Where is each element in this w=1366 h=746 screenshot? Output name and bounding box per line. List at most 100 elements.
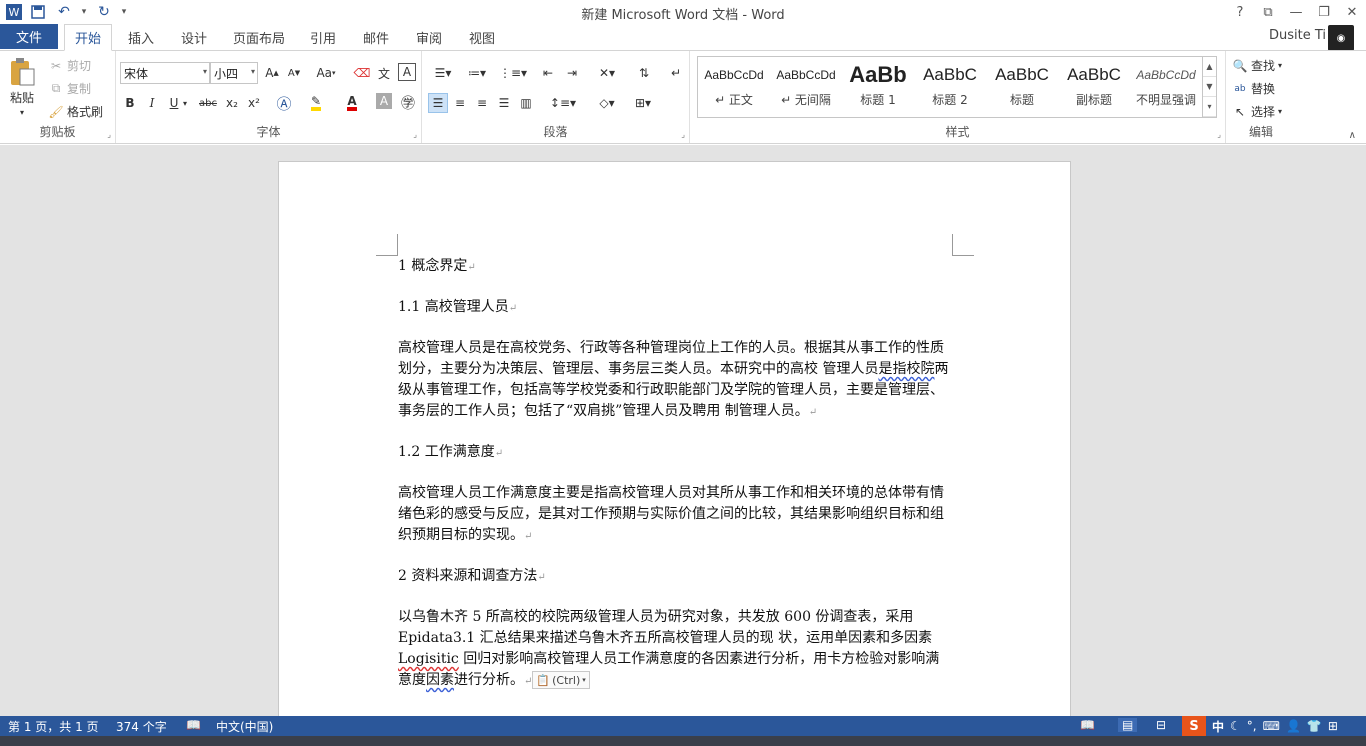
style-heading-1[interactable]: AaBb 标题 1 [842,59,914,115]
heading-1-text: 1 概念界定 [398,258,468,274]
language[interactable]: 中文(中国) [216,718,273,735]
avatar[interactable]: ◉ [1328,25,1354,51]
punctuation-icon[interactable]: °, [1247,719,1257,733]
style-heading-2[interactable]: AaBbC 标题 2 [914,59,986,115]
text-effects-icon[interactable]: Ⓐ [274,93,294,113]
keyboard-icon[interactable]: ⌨ [1263,719,1280,733]
tab-references[interactable]: 引用 [302,24,344,50]
style-name: 标题 1 [860,93,896,107]
align-right-icon[interactable]: ≡ [472,93,492,113]
style-sample: AaBbCcDd [1136,68,1196,82]
style-no-spacing[interactable]: AaBbCcDd ↵ 无间隔 [770,59,842,115]
styles-launcher-icon[interactable]: ⌟ [1217,130,1221,139]
enclosed-char-icon[interactable]: ㊫ [398,93,418,113]
justify-icon[interactable]: ☰ [494,93,514,113]
replace-button[interactable]: ab 替换 [1232,80,1275,97]
chinese-layout-icon[interactable]: ✕▾ [592,63,622,83]
heading-1-1-text: 1.1 高校管理人员 [398,299,509,315]
align-left-icon[interactable]: ☰ [428,93,448,113]
clipboard-launcher-icon[interactable]: ⌟ [107,130,111,139]
paste-options-label: (Ctrl) [552,673,581,687]
find-button[interactable]: 🔍 查找 ▾ [1232,57,1283,74]
format-painter-button[interactable]: 🖌 格式刷 [48,103,103,120]
user-icon[interactable]: 👤 [1286,719,1301,733]
ime-mode[interactable]: 中 [1212,718,1224,735]
subscript-button[interactable]: x₂ [222,93,242,113]
superscript-button[interactable]: x² [244,93,264,113]
spelling-flag[interactable]: Logisitic [398,651,459,667]
font-name-combo[interactable]: 宋体 ▾ [120,62,210,84]
highlight-icon[interactable]: ✎ [306,93,326,113]
char-border-button[interactable]: A [398,63,416,81]
bullets-icon[interactable]: ☰▾ [428,63,458,83]
print-layout-icon[interactable]: ▤ [1118,718,1138,732]
grow-font-button[interactable]: A ▲ [262,63,282,83]
italic-button[interactable]: I [142,93,162,113]
paste-options-button[interactable]: 📋 (Ctrl) ▾ [532,671,590,689]
clear-format-icon[interactable]: ⌫ [352,63,372,83]
minimize-icon[interactable]: — [1282,0,1310,24]
paste-button[interactable]: 粘贴 ▾ [8,57,36,117]
web-layout-icon[interactable]: ⊟ [1156,718,1166,732]
show-marks-icon[interactable]: ↵ [666,63,686,83]
decrease-indent-icon[interactable]: ⇤ [538,63,558,83]
user-name[interactable]: Dusite Ti [1269,28,1326,43]
word-count[interactable]: 374 个字 [116,718,167,735]
copy-button[interactable]: ⧉ 复制 [48,80,91,97]
moon-icon[interactable]: ☾ [1230,719,1241,733]
font-color-icon[interactable]: A [342,93,362,113]
tab-mailings[interactable]: 邮件 [355,24,397,50]
gallery-down-icon[interactable]: ▼ [1203,77,1216,97]
gallery-more-icon[interactable]: ▾ [1203,97,1216,117]
sogou-logo-icon[interactable]: S [1182,716,1206,736]
paragraph-launcher-icon[interactable]: ⌟ [681,130,685,139]
pinyin-guide-button[interactable]: 文 [374,63,394,83]
underline-dropdown-icon[interactable]: ▾ [180,93,190,113]
strikethrough-button[interactable]: abc [196,93,220,113]
shrink-font-button[interactable]: A ▼ [284,63,304,83]
multilevel-list-icon[interactable]: ⋮≡▾ [498,63,528,83]
tab-file[interactable]: 文件 [0,24,58,49]
close-icon[interactable]: ✕ [1338,0,1366,24]
grid-icon[interactable]: ⊞ [1328,719,1338,733]
tab-insert[interactable]: 插入 [120,24,162,50]
font-launcher-icon[interactable]: ⌟ [413,130,417,139]
style-title[interactable]: AaBbC 标题 [986,59,1058,115]
select-button[interactable]: ↖ 选择 ▾ [1232,103,1282,120]
tab-design[interactable]: 设计 [173,24,215,50]
char-shading-icon[interactable]: A [376,93,392,109]
document-body[interactable]: 1 概念界定↵ 1.1 高校管理人员↵ 高校管理人员是在高校党务、行政等各种管理… [398,256,953,711]
font-size-combo[interactable]: 小四 ▾ [210,62,258,84]
collapse-ribbon-icon[interactable]: ∧ [1349,130,1356,141]
numbering-icon[interactable]: ≔▾ [462,63,492,83]
style-normal[interactable]: AaBbCcDd ↵ 正文 [698,59,770,115]
help-button[interactable]: ? [1226,0,1254,24]
tab-home[interactable]: 开始 [64,24,112,51]
tab-page-layout[interactable]: 页面布局 [226,24,292,50]
distributed-icon[interactable]: ▥ [516,93,536,113]
ribbon-display-icon[interactable]: ⧉ [1254,0,1282,24]
cut-label: 剪切 [67,59,92,73]
page-count[interactable]: 第 1 页，共 1 页 [8,718,99,735]
tab-review[interactable]: 审阅 [408,24,450,50]
read-mode-icon[interactable]: 📖 [1080,718,1095,732]
shading-icon[interactable]: ◇▾ [592,93,622,113]
gallery-up-icon[interactable]: ▲ [1203,57,1216,77]
status-bar: 第 1 页，共 1 页 374 个字 📖 中文(中国) 📖 ▤ ⊟ S 中 ☾ … [0,716,1366,736]
tab-view[interactable]: 视图 [461,24,503,50]
line-spacing-icon[interactable]: ↕≡▾ [548,93,578,113]
style-subtle-emphasis[interactable]: AaBbCcDd 不明显强调 [1130,59,1202,115]
grammar-flag[interactable]: 是指校院 [878,361,934,377]
sort-icon[interactable]: ⇅ [634,63,654,83]
change-case-button[interactable]: Aa ▾ [312,63,340,83]
grammar-flag[interactable]: 因素 [426,672,454,688]
bold-button[interactable]: B [120,93,140,113]
cut-button[interactable]: ✂ 剪切 [48,57,91,74]
borders-icon[interactable]: ⊞▾ [628,93,658,113]
align-center-icon[interactable]: ≡ [450,93,470,113]
style-subtitle[interactable]: AaBbC 副标题 [1058,59,1130,115]
skin-icon[interactable]: 👕 [1307,719,1322,733]
proofing-icon[interactable]: 📖 [186,718,201,732]
restore-icon[interactable]: ❐ [1310,0,1338,24]
increase-indent-icon[interactable]: ⇥ [562,63,582,83]
